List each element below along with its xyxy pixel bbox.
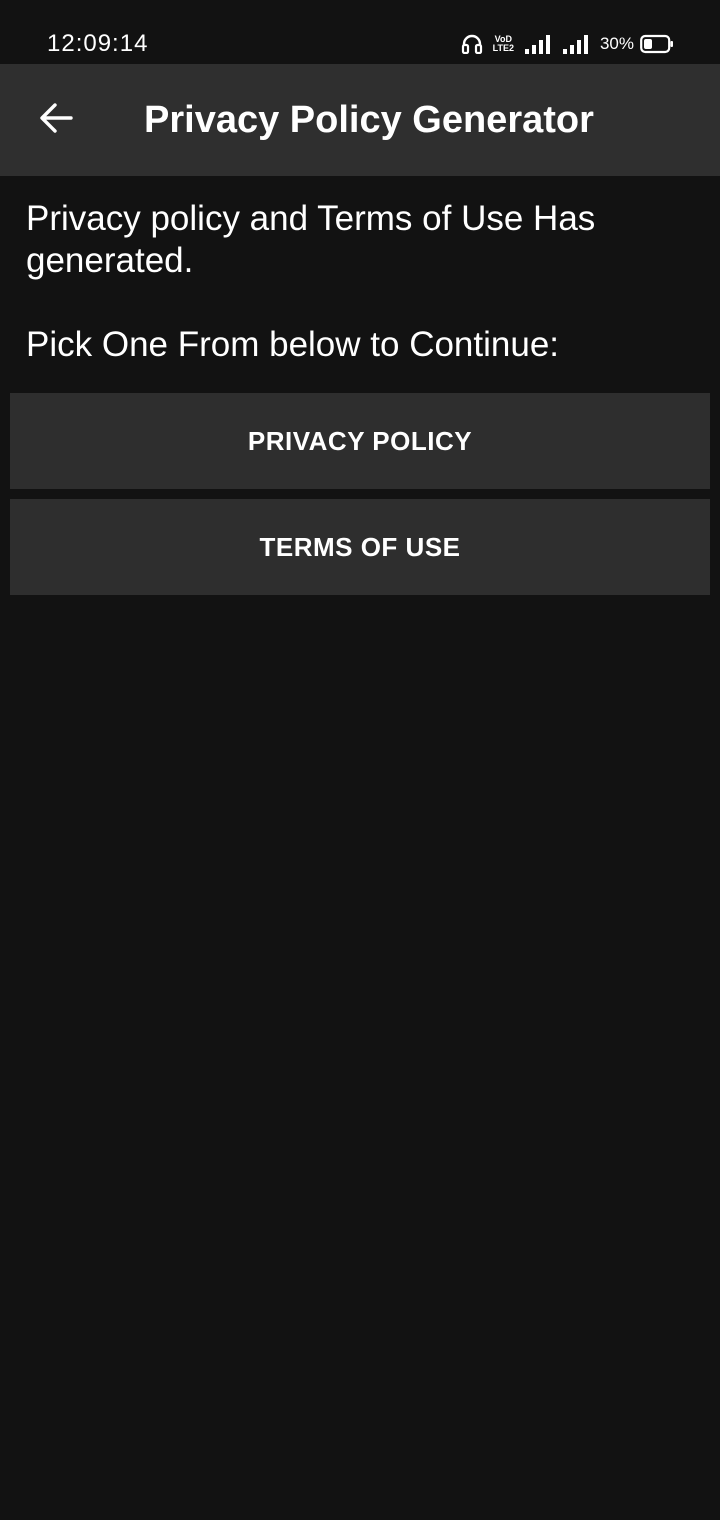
status-icons: VoD LTE2 30% xyxy=(461,30,674,58)
status-time: 12:09:14 xyxy=(47,30,149,57)
signal-icon xyxy=(524,34,552,54)
message-line-pick: Pick One From below to Continue: xyxy=(26,325,560,364)
back-button[interactable] xyxy=(24,88,88,152)
battery-icon xyxy=(640,34,674,54)
signal-icon xyxy=(562,34,590,54)
volte-label-bottom: LTE2 xyxy=(492,43,514,53)
app-bar: Privacy Policy Generator xyxy=(0,64,720,176)
terms-of-use-button[interactable]: TERMS OF USE xyxy=(10,499,710,595)
page-title: Privacy Policy Generator xyxy=(144,99,594,141)
privacy-policy-button[interactable]: PRIVACY POLICY xyxy=(10,393,710,489)
message-line-generated: Privacy policy and Terms of Use Has gene… xyxy=(26,199,596,280)
message-text: Privacy policy and Terms of Use Has gene… xyxy=(26,198,686,366)
headphones-icon xyxy=(461,34,483,54)
volte-icon: VoD LTE2 xyxy=(493,35,514,53)
battery-percent: 30% xyxy=(599,34,634,53)
status-bar: 12:09:14 VoD LTE2 30% xyxy=(0,0,720,64)
arrow-left-icon xyxy=(38,100,74,141)
